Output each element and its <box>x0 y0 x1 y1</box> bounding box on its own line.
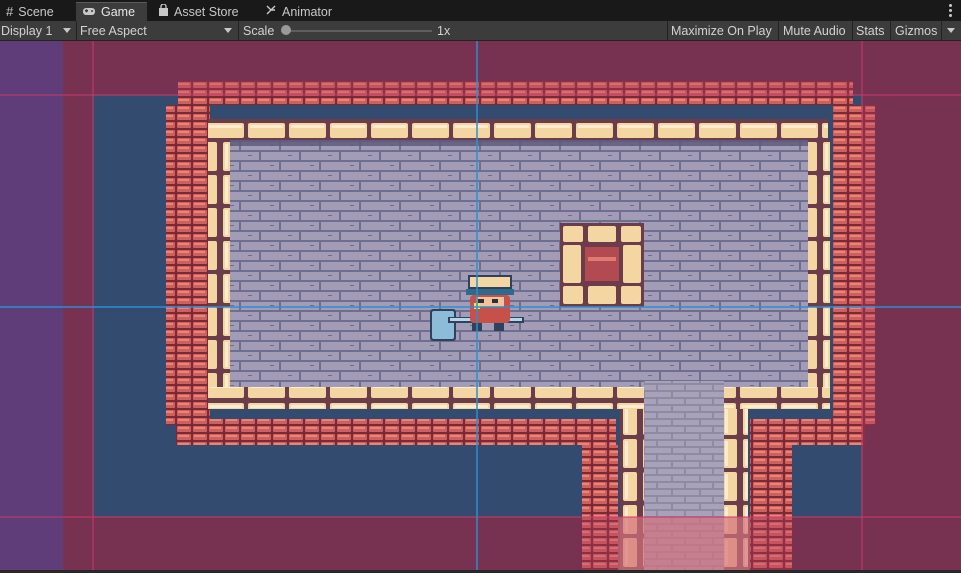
tab-scene[interactable]: # Scene <box>0 2 68 21</box>
chevron-down-icon <box>224 28 232 33</box>
tab-animator-label: Animator <box>282 4 333 19</box>
tab-scene-label: Scene <box>18 4 54 19</box>
gamepad-icon <box>82 5 96 19</box>
scale-value: 1x <box>437 23 451 38</box>
toolbar-divider <box>76 21 77 40</box>
aspect-dropdown-label: Free Aspect <box>80 23 147 38</box>
tab-asset-store-label: Asset Store <box>174 4 239 19</box>
display-dropdown-label: Display 1 <box>1 23 53 38</box>
mute-audio-toggle[interactable]: Mute Audio <box>779 21 850 40</box>
scale-label: Scale <box>243 23 275 38</box>
toolbar-divider <box>238 21 239 40</box>
gizmos-toggle[interactable]: Gizmos <box>891 21 941 40</box>
tab-game-label: Game <box>101 5 136 19</box>
display-dropdown[interactable]: Display 1 <box>0 21 74 40</box>
kebab-menu-icon[interactable] <box>945 2 955 19</box>
tab-asset-store[interactable]: Asset Store <box>152 2 248 21</box>
left-overlay-strip <box>0 41 63 570</box>
hash-grid-icon: # <box>6 4 14 19</box>
stone-pillar <box>560 223 644 307</box>
shopping-bag-icon <box>158 3 169 19</box>
chevron-down-icon <box>63 28 71 33</box>
game-toolbar: Display 1 Free Aspect Scale 1x Maximize … <box>0 21 961 41</box>
editor-tab-strip: # Scene Game Asset Store Animator <box>0 0 961 21</box>
tab-game[interactable]: Game <box>76 2 147 21</box>
room-floor <box>230 140 808 387</box>
gizmos-dropdown-arrow[interactable] <box>947 28 955 33</box>
aspect-dropdown[interactable]: Free Aspect <box>80 21 236 40</box>
scale-slider-track[interactable] <box>286 30 432 32</box>
maximize-on-play-toggle[interactable]: Maximize On Play <box>667 21 776 40</box>
toolbar-divider <box>941 21 942 40</box>
game-view-viewport[interactable] <box>0 41 961 570</box>
tab-animator[interactable]: Animator <box>259 2 341 21</box>
scale-slider-handle[interactable] <box>281 25 291 35</box>
animator-icon <box>265 4 277 19</box>
floor-shadow <box>230 140 808 146</box>
stats-toggle[interactable]: Stats <box>852 21 889 40</box>
